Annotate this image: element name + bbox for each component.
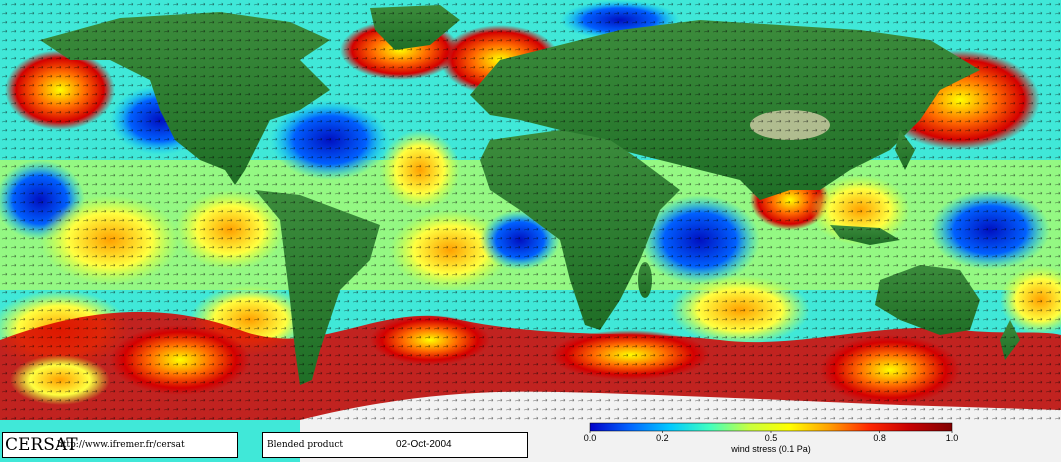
product-date: 02-Oct-2004	[396, 439, 452, 450]
brand-url[interactable]: http://www.ifremer.fr/cersat	[57, 440, 185, 450]
product-name: Blended product	[267, 440, 344, 450]
colorbar-tick-label: 0.0	[584, 433, 597, 443]
colorbar-label: wind stress (0.1 Pa)	[730, 444, 811, 454]
colorbar-tick-label: 0.8	[873, 433, 886, 443]
wind-stress-map: 0.0 0.2 0.5 0.8 1.0 wind stress (0.1 Pa)	[0, 0, 1061, 462]
colorbar-tick-label: 1.0	[946, 433, 959, 443]
colorbar-tick-label: 0.2	[656, 433, 669, 443]
wind-vectors	[0, 0, 1061, 420]
colorbar-tick-label: 0.5	[765, 433, 778, 443]
product-box: Blended product 02-Oct-2004	[262, 432, 528, 458]
brand-box: CERSAT http://www.ifremer.fr/cersat	[2, 432, 238, 458]
colorbar-bar	[589, 422, 953, 432]
